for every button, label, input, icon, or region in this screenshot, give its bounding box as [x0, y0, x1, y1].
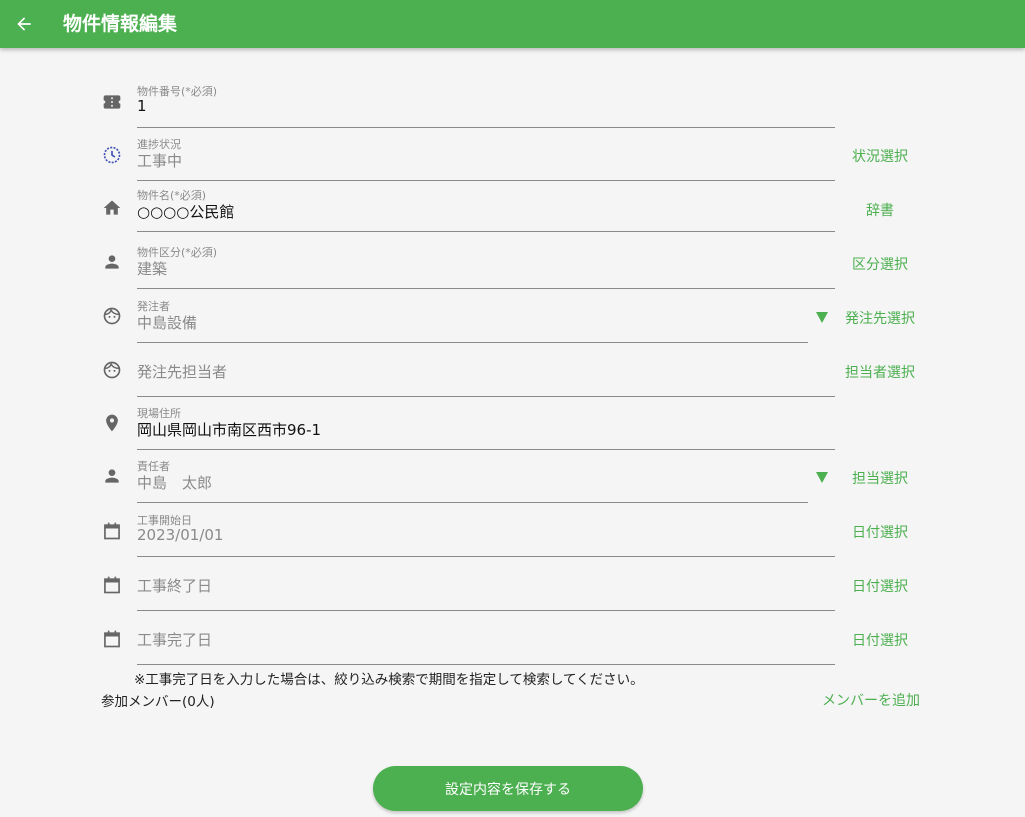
property-number-label: 物件番号(*必須)	[137, 85, 218, 98]
dropdown-arrow-icon[interactable]	[815, 470, 829, 484]
face-icon	[101, 305, 123, 327]
completion-date-row: 工事完了日 日付選択	[0, 620, 1025, 674]
category-select-button[interactable]: 区分選択	[835, 254, 925, 274]
arrow-left-icon	[17, 17, 31, 31]
calendar-icon	[101, 520, 123, 542]
manager-value: 中島 太郎	[137, 474, 213, 492]
dictionary-button[interactable]: 辞書	[835, 200, 925, 220]
ticket-icon	[101, 91, 123, 113]
property-name-value: ○○○○公民館	[137, 203, 235, 221]
property-category-field[interactable]: 物件区分(*必須) 建築	[137, 244, 835, 289]
property-number-row: 物件番号(*必須) 1	[0, 83, 1025, 137]
calendar-icon	[101, 628, 123, 650]
orderer-field[interactable]: 発注者 中島設備	[137, 298, 808, 343]
completion-date-select-button[interactable]: 日付選択	[835, 630, 925, 650]
end-date-select-button[interactable]: 日付選択	[835, 576, 925, 596]
progress-row: 進捗状況 工事中 状況選択	[0, 136, 1025, 190]
contact-select-button[interactable]: 担当者選択	[835, 362, 925, 382]
completion-date-field[interactable]: 工事完了日	[137, 620, 835, 665]
property-number-field[interactable]: 物件番号(*必須) 1	[137, 83, 835, 128]
manager-select-button[interactable]: 担当選択	[835, 468, 925, 488]
person-icon	[101, 465, 123, 487]
manager-field[interactable]: 責任者 中島 太郎	[137, 458, 808, 503]
members-label: 参加メンバー(0人)	[101, 694, 215, 710]
end-date-row: 工事終了日 日付選択	[0, 566, 1025, 620]
property-number-value: 1	[137, 97, 147, 115]
site-address-row: 現場住所 岡山県岡山市南区西市96-1	[0, 405, 1025, 459]
calendar-icon	[101, 574, 123, 596]
location-pin-icon	[101, 412, 123, 434]
site-address-field[interactable]: 現場住所 岡山県岡山市南区西市96-1	[137, 405, 835, 450]
add-member-button[interactable]: メンバーを追加	[822, 690, 920, 710]
dropdown-arrow-icon[interactable]	[815, 310, 829, 324]
orderer-value: 中島設備	[137, 314, 198, 332]
end-date-placeholder: 工事終了日	[137, 577, 213, 595]
completion-date-placeholder: 工事完了日	[137, 631, 213, 649]
end-date-field[interactable]: 工事終了日	[137, 566, 835, 611]
orderer-contact-field[interactable]: 発注先担当者	[137, 352, 835, 397]
app-bar: 物件情報編集	[0, 0, 1025, 48]
orderer-row: 発注者 中島設備 発注先選択	[0, 298, 1025, 352]
property-name-row: 物件名(*必須) ○○○○公民館 辞書	[0, 187, 1025, 241]
clock-icon	[101, 144, 123, 166]
page-title: 物件情報編集	[63, 13, 178, 35]
property-category-row: 物件区分(*必須) 建築 区分選択	[0, 244, 1025, 298]
start-date-row: 工事開始日 2023/01/01 日付選択	[0, 512, 1025, 566]
orderer-contact-row: 発注先担当者 担当者選択	[0, 352, 1025, 406]
manager-row: 責任者 中島 太郎 担当選択	[0, 458, 1025, 512]
orderer-contact-placeholder: 発注先担当者	[137, 363, 228, 381]
start-date-value: 2023/01/01	[137, 526, 224, 544]
progress-field[interactable]: 進捗状況 工事中	[137, 136, 835, 181]
person-icon	[101, 251, 123, 273]
completion-date-note: ※工事完了日を入力した場合は、絞り込み検索で期間を指定して検索してください。	[134, 672, 644, 688]
save-button[interactable]: 設定内容を保存する	[373, 766, 643, 811]
back-button[interactable]	[10, 10, 38, 38]
status-select-button[interactable]: 状況選択	[835, 146, 925, 166]
property-name-field[interactable]: 物件名(*必須) ○○○○公民館	[137, 187, 835, 232]
start-date-select-button[interactable]: 日付選択	[835, 522, 925, 542]
progress-value: 工事中	[137, 152, 183, 170]
property-category-value: 建築	[137, 260, 168, 278]
start-date-field[interactable]: 工事開始日 2023/01/01	[137, 512, 835, 557]
home-icon	[101, 197, 123, 219]
site-address-value: 岡山県岡山市南区西市96-1	[137, 421, 322, 439]
face-icon	[101, 359, 123, 381]
orderer-select-button[interactable]: 発注先選択	[835, 308, 925, 328]
